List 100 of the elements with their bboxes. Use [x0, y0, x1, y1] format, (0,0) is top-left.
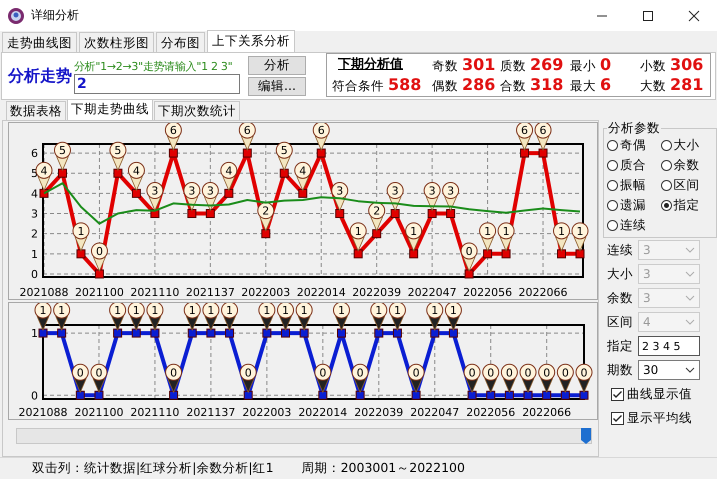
data-label: 1: [576, 224, 584, 238]
tab[interactable]: 分布图: [156, 32, 205, 52]
data-label: 1: [370, 303, 388, 332]
data-point: [300, 328, 309, 338]
status-text: 双击列：统计数据|红球分析|余数分析|红1: [32, 460, 274, 477]
radio-option[interactable]: 奇偶: [607, 137, 660, 154]
data-label: 1: [226, 304, 234, 318]
data-label: 4: [220, 162, 238, 192]
data-label: 0: [76, 366, 84, 380]
data-label: 6: [534, 123, 552, 152]
data-label: 0: [576, 364, 592, 394]
data-label: 1: [410, 224, 418, 238]
radio-option[interactable]: 连续: [607, 217, 660, 234]
action-button[interactable]: 编辑...: [248, 77, 306, 96]
dropdown[interactable]: 30: [638, 360, 700, 380]
data-label: 1: [72, 222, 90, 252]
data-label: 1: [53, 303, 70, 332]
data-point: [390, 209, 400, 218]
data-point: [261, 229, 270, 238]
radio-option[interactable]: 大小: [660, 137, 714, 154]
data-label: 6: [318, 124, 325, 138]
radio-option[interactable]: 遗漏: [607, 197, 660, 214]
stat-label: 最大: [570, 78, 596, 95]
data-point: [374, 328, 384, 338]
data-label: 0: [500, 364, 518, 394]
y-tick-label: 0: [31, 268, 38, 281]
data-label: 1: [128, 303, 145, 332]
data-point: [206, 209, 215, 218]
x-tick-label: 2022056: [466, 406, 516, 419]
radio-option[interactable]: 余数: [660, 157, 714, 174]
data-point: [538, 148, 548, 158]
data-point: [428, 209, 437, 218]
data-label: 1: [502, 224, 510, 238]
radio-option[interactable]: 振幅: [607, 177, 660, 194]
data-label: 4: [294, 162, 312, 192]
data-label: 6: [521, 124, 528, 138]
data-point: [356, 390, 365, 400]
data-label: 1: [375, 304, 382, 318]
data-label: 1: [296, 303, 313, 332]
data-label: 5: [114, 144, 122, 158]
data-label: 0: [543, 366, 550, 380]
data-point: [298, 188, 308, 198]
tab[interactable]: 下期走势曲线: [67, 99, 153, 120]
x-tick-label: 2022066: [518, 286, 568, 299]
chevron-icon: [685, 319, 695, 325]
checkbox[interactable]: [611, 388, 624, 400]
data-point: [132, 188, 141, 198]
data-point: [113, 328, 122, 338]
data-label: 0: [240, 364, 257, 394]
data-label: 0: [556, 364, 574, 394]
close-icon[interactable]: [688, 10, 700, 22]
tab[interactable]: 上下关系分析: [207, 30, 295, 52]
checkbox[interactable]: [611, 412, 624, 424]
chevron-icon: [685, 271, 695, 277]
data-point: [486, 390, 496, 400]
data-label: 1: [282, 304, 290, 318]
y-tick-label: 0: [31, 389, 38, 402]
data-label: 1: [40, 304, 46, 318]
stat-value: 318: [530, 75, 564, 94]
data-point: [94, 269, 104, 278]
x-tick-label: 2022066: [522, 406, 572, 419]
data-label: 1: [450, 304, 457, 318]
x-tick-label: 2022047: [408, 286, 457, 299]
data-label: 1: [572, 222, 588, 252]
data-label: 1: [202, 303, 220, 332]
data-label: 6: [238, 123, 256, 152]
radio-option[interactable]: 质合: [607, 157, 660, 174]
trend-input[interactable]: 2: [74, 74, 240, 94]
x-tick-label: 2022039: [352, 286, 402, 299]
x-tick-label: 2021137: [186, 406, 236, 419]
data-label: 0: [538, 364, 556, 394]
x-tick-label: 2021100: [74, 286, 124, 299]
data-label: 1: [258, 303, 276, 332]
radio-option[interactable]: 区间: [660, 177, 714, 194]
chevron-icon: [685, 247, 695, 253]
data-label: 4: [36, 162, 52, 192]
data-label: 6: [170, 124, 177, 138]
input-field[interactable]: 2 3 4 5: [638, 336, 700, 356]
radio-option[interactable]: 指定: [660, 197, 714, 214]
data-label: 0: [90, 242, 108, 272]
data-label: 3: [331, 182, 348, 212]
maximize-icon[interactable]: [642, 10, 654, 22]
slider-thumb[interactable]: [581, 428, 591, 444]
y-tick-label: 4: [31, 187, 38, 200]
tab[interactable]: 走势曲线图: [2, 32, 77, 52]
data-label: 0: [170, 366, 178, 380]
x-tick-label: 2021137: [186, 286, 235, 299]
data-point: [168, 148, 178, 158]
data-point: [280, 168, 289, 178]
data-label: 4: [299, 164, 306, 178]
action-button[interactable]: 分析: [248, 56, 306, 75]
tab[interactable]: 次数柱形图: [79, 32, 154, 52]
y-tick-label: 1: [31, 248, 38, 261]
data-label: 0: [466, 244, 473, 258]
data-label: 1: [34, 303, 52, 332]
data-label: 1: [109, 303, 126, 332]
data-label: 1: [221, 303, 238, 332]
data-label: 0: [412, 366, 420, 380]
data-label: 4: [132, 164, 140, 178]
data-label: 5: [58, 144, 66, 158]
